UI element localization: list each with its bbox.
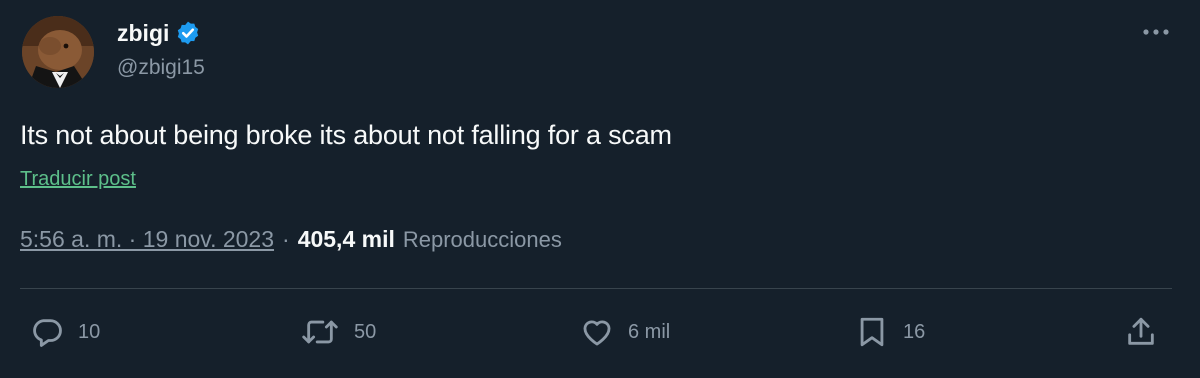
bookmark-icon (860, 317, 884, 347)
retweet-icon (302, 320, 338, 344)
tweet-card: zbigi @zbigi15 Its not about being broke… (0, 0, 1200, 378)
more-options-button[interactable] (1140, 18, 1172, 46)
author-display-name[interactable]: zbigi (117, 20, 169, 47)
repost-button[interactable]: 50 (300, 312, 376, 352)
tweet-meta: 5:56 a. m. · 19 nov. 2023 · 405,4 mil Re… (20, 226, 562, 253)
reply-icon (33, 319, 62, 347)
meta-separator: · (282, 226, 290, 252)
like-button[interactable]: 6 mil (580, 312, 670, 352)
translate-post-link[interactable]: Traducir post (20, 168, 136, 191)
tweet-timestamp[interactable]: 5:56 a. m. · 19 nov. 2023 (20, 226, 274, 253)
divider (20, 288, 1172, 289)
more-icon (1143, 29, 1169, 35)
views-label: Reproducciones (402, 227, 562, 252)
repost-count: 50 (354, 320, 377, 343)
like-count: 6 mil (628, 320, 671, 343)
tweet-text: Its not about being broke its about not … (20, 120, 672, 150)
views-count: 405,4 mil (297, 226, 395, 252)
author-name-row: zbigi (117, 18, 201, 48)
reply-count: 10 (78, 320, 101, 343)
avatar[interactable] (22, 16, 94, 88)
bookmark-count: 16 (903, 320, 926, 343)
share-button[interactable] (1124, 312, 1158, 352)
reply-button[interactable]: 10 (30, 312, 100, 352)
verified-badge-icon (178, 21, 199, 45)
share-icon (1128, 317, 1154, 345)
heart-icon (583, 320, 611, 346)
capybara-avatar-image (22, 16, 94, 88)
author-handle[interactable]: @zbigi15 (117, 56, 205, 80)
bookmark-button[interactable]: 16 (855, 312, 925, 352)
